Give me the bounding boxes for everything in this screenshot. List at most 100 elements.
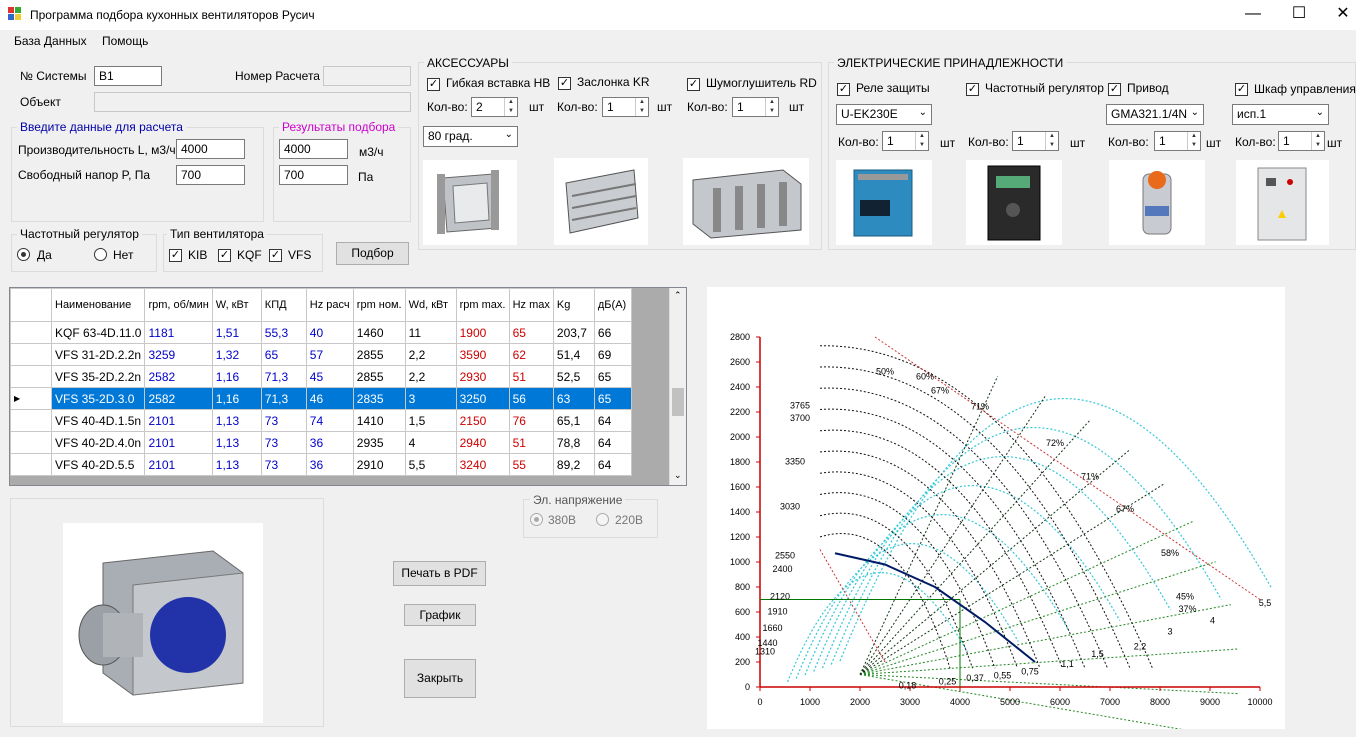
col-kg[interactable]: Kg: [552, 288, 595, 322]
relay-checkbox[interactable]: ✓: [837, 81, 850, 96]
scroll-down-icon[interactable]: ⌄: [674, 470, 682, 481]
table-cell: 3259: [144, 343, 213, 366]
menu-database[interactable]: База Данных: [14, 34, 87, 48]
relay-model-select[interactable]: U-EK230E ⌄: [836, 104, 932, 125]
table-cell: 2940: [455, 431, 510, 454]
cabinet-model-select[interactable]: исп.1 ⌄: [1232, 104, 1329, 125]
table-row[interactable]: ▶ VFS 35-2D.3.0 2582 1,16 71,3 46 2835 3 3250 56 6…: [10, 387, 632, 410]
temp-select[interactable]: 80 град. ⌄: [423, 126, 518, 147]
table-cell: 1,13: [211, 431, 262, 454]
fc-qty-stepper[interactable]: 1 ▲ ▼: [1012, 131, 1059, 151]
fantype-group-title: Тип вентилятора: [167, 227, 267, 241]
row-header[interactable]: ▶: [10, 387, 52, 410]
acc-flex-checkbox[interactable]: ✓: [427, 76, 440, 91]
table-cell: 2101: [144, 431, 213, 454]
scroll-thumb[interactable]: [672, 388, 684, 416]
cabinet-qty-stepper[interactable]: 1 ▲ ▼: [1278, 131, 1325, 151]
relay-qty-stepper[interactable]: 1 ▲ ▼: [882, 131, 929, 151]
table-row[interactable]: KQF 63-4D.11.0 1181 1,51 55,3 40 1460 11 1900 65…: [10, 321, 632, 344]
acc-flex-qty-stepper[interactable]: 2 ▲ ▼: [471, 97, 518, 117]
maximize-button[interactable]: ☐: [1276, 0, 1322, 30]
graph-button[interactable]: График: [404, 604, 476, 626]
scroll-up-icon[interactable]: ⌃: [674, 290, 682, 301]
select-button[interactable]: Подбор: [336, 242, 409, 265]
actuator-checkbox[interactable]: ✓: [1108, 81, 1121, 96]
fc-checkbox[interactable]: ✓: [966, 81, 979, 96]
col-rpm[interactable]: rpm, об/мин: [144, 288, 213, 322]
v380-label: 380В: [548, 513, 577, 527]
kib-checkbox[interactable]: ✓: [169, 247, 182, 262]
table-cell: 65: [260, 343, 307, 366]
table-cell: 74: [305, 409, 354, 432]
col-name[interactable]: Наименование: [50, 288, 146, 322]
calc-number-input[interactable]: [323, 66, 411, 86]
table-row[interactable]: VFS 40-2D.5.5 2101 1,13 73 36 2910 5,5 3240 55 89…: [10, 453, 632, 476]
col-wd[interactable]: Wd, кВт: [404, 288, 457, 322]
col-hz-max[interactable]: Hz max: [508, 288, 554, 322]
close-window-button[interactable]: ✕: [1320, 0, 1356, 30]
fc-label: Частотный регулятор: [985, 81, 1104, 95]
table-cell: 65: [593, 365, 632, 388]
pressure-input[interactable]: 700: [176, 165, 245, 185]
table-cell: 64: [593, 431, 632, 454]
flow-label: Производительность L, м3/ч: [18, 143, 176, 157]
table-cell: VFS 40-2D.4.0n: [50, 431, 146, 454]
menu-help[interactable]: Помощь: [102, 34, 148, 48]
actuator-qty-stepper[interactable]: 1 ▲ ▼: [1154, 131, 1201, 151]
row-header[interactable]: [10, 365, 52, 388]
table-cell: VFS 40-2D.5.5: [50, 453, 146, 476]
y-tick-label: 2200: [730, 407, 750, 417]
table-row[interactable]: VFS 31-2D.2.2n 3259 1,32 65 57 2855 2,2 3590 62 5…: [10, 343, 632, 366]
table-cell: 52,5: [552, 365, 595, 388]
table-cell: 57: [305, 343, 354, 366]
row-header[interactable]: [10, 321, 52, 344]
row-header[interactable]: [10, 343, 52, 366]
print-pdf-button[interactable]: Печать в PDF: [393, 561, 486, 586]
col-rpm-nom[interactable]: rpm ном.: [352, 288, 406, 322]
x-tick-label: 10000: [1247, 697, 1272, 707]
flow-input[interactable]: 4000: [176, 139, 245, 159]
rpm-label: 2120: [770, 592, 790, 602]
table-cell: 1,5: [404, 409, 457, 432]
freq-yes-radio[interactable]: [17, 248, 30, 264]
power-line: [859, 395, 1047, 675]
freq-no-radio[interactable]: [94, 248, 107, 264]
table-cell: 51: [508, 431, 554, 454]
x-tick-label: 9000: [1200, 697, 1220, 707]
acc-silencer-qty-stepper[interactable]: 1 ▲ ▼: [732, 97, 779, 117]
object-input[interactable]: [94, 92, 411, 112]
actuator-model-select[interactable]: GMA321.1/4N ⌄: [1106, 104, 1204, 125]
kqf-checkbox[interactable]: ✓: [218, 247, 231, 262]
close-button[interactable]: Закрыть: [404, 659, 476, 698]
speed-curve: [819, 492, 996, 669]
row-header[interactable]: [10, 409, 52, 432]
col-hz-calc[interactable]: Hz расч: [305, 288, 354, 322]
table-row[interactable]: VFS 40-2D.4.0n 2101 1,13 73 36 2935 4 2940 51 78,…: [10, 431, 632, 454]
row-header[interactable]: [10, 453, 52, 476]
vfs-checkbox[interactable]: ✓: [269, 247, 282, 262]
relay-unit: шт: [940, 136, 956, 150]
x-tick-label: 5000: [1000, 697, 1020, 707]
y-tick-label: 2800: [730, 332, 750, 342]
acc-silencer-checkbox[interactable]: ✓: [687, 76, 700, 91]
table-cell: 1,16: [211, 365, 262, 388]
table-cell: 55: [508, 453, 554, 476]
minimize-button[interactable]: —: [1230, 0, 1276, 30]
acc-damper-qty-stepper[interactable]: 1 ▲ ▼: [602, 97, 649, 117]
col-power[interactable]: W, кВт: [211, 288, 262, 322]
col-efficiency[interactable]: КПД: [260, 288, 307, 322]
object-label: Объект: [20, 95, 61, 109]
v220-radio[interactable]: [596, 513, 609, 529]
table-row[interactable]: VFS 40-4D.1.5n 2101 1,13 73 74 1410 1,5 2150 76 6…: [10, 409, 632, 432]
table-scrollbar[interactable]: ⌃ ⌄: [669, 288, 686, 485]
table-row[interactable]: VFS 35-2D.2.2n 2582 1,16 71,3 45 2855 2,2 2930 5…: [10, 365, 632, 388]
system-input[interactable]: B1: [94, 66, 162, 86]
cabinet-checkbox[interactable]: ✓: [1235, 81, 1248, 96]
row-header[interactable]: [10, 431, 52, 454]
acc-damper-checkbox[interactable]: ✓: [558, 75, 571, 90]
col-db[interactable]: дБ(А): [593, 288, 632, 322]
table-cell: 2930: [455, 365, 510, 388]
col-rpm-max[interactable]: rpm max.: [455, 288, 510, 322]
v380-radio[interactable]: [530, 513, 543, 529]
table-cell: 2,2: [404, 365, 457, 388]
